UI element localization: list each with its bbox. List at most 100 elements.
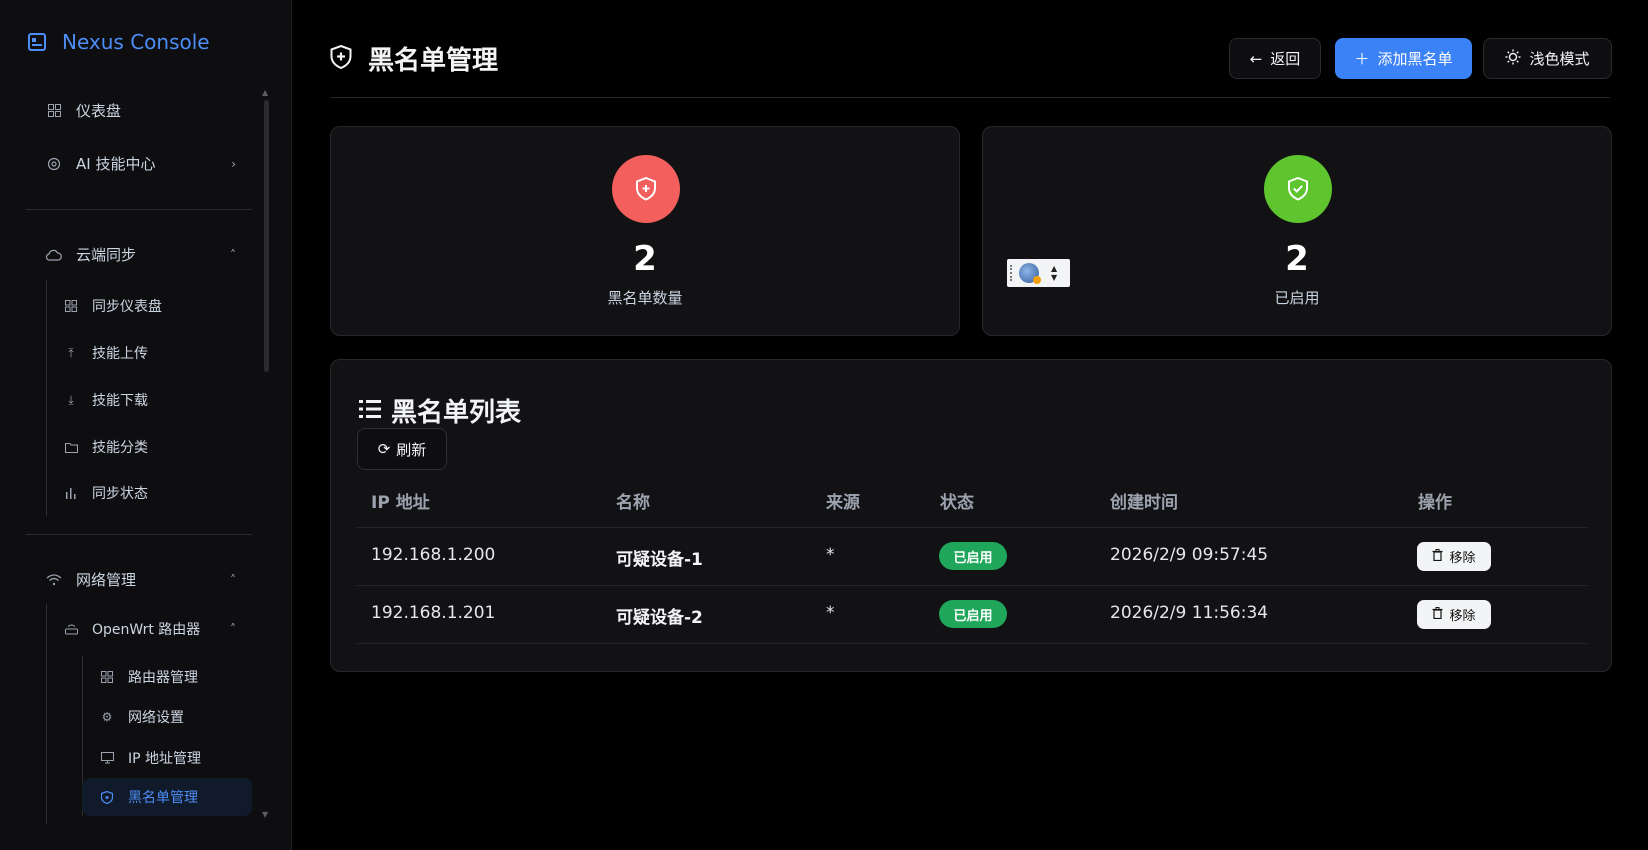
scroll-up-arrow-icon[interactable]: ▲: [262, 88, 268, 97]
sidebar-item-label: 同步仪表盘: [92, 299, 162, 315]
download-icon: ⤓: [68, 392, 74, 407]
cell-source: *: [826, 545, 835, 565]
remove-button[interactable]: 移除: [1417, 542, 1491, 571]
remove-button-label: 移除: [1449, 609, 1476, 624]
sidebar-item-skill-upload[interactable]: ⤒ 技能上传: [64, 343, 148, 363]
sidebar-item-network-settings[interactable]: ⚙ 网络设置: [100, 707, 184, 727]
shield-plus-icon: [330, 44, 352, 73]
cell-created: 2026/2/9 09:57:45: [1110, 545, 1269, 565]
cell-name: 可疑设备-2: [616, 608, 703, 628]
stat-value: 2: [633, 239, 657, 279]
page-title: 黑名单管理: [368, 46, 499, 76]
stat-value: 2: [1285, 239, 1309, 279]
refresh-icon: ⟳: [377, 440, 391, 458]
console-logo-icon: [28, 33, 46, 51]
plus-icon: ＋: [1354, 50, 1370, 68]
trash-icon: [1432, 548, 1443, 565]
sidebar-item-ai-skills[interactable]: AI 技能中心 ›: [46, 153, 236, 174]
cell-ip: 192.168.1.200: [371, 545, 496, 565]
refresh-button-label: 刷新: [396, 440, 427, 459]
stat-label: 黑名单数量: [607, 289, 683, 307]
grid-icon: [100, 671, 114, 683]
arrow-left-icon: ←: [1249, 49, 1263, 68]
page-header: 黑名单管理: [330, 40, 498, 77]
cell-source: *: [826, 603, 835, 623]
bar-chart-icon: [64, 487, 78, 499]
sidebar-item-label: IP 地址管理: [128, 751, 202, 767]
stat-card-enabled: 2 已启用: [982, 126, 1612, 336]
sidebar-item-label: 网络管理: [76, 571, 137, 589]
grid-icon: [64, 300, 78, 312]
header-divider: [330, 97, 1610, 98]
stat-label: 已启用: [1274, 289, 1320, 307]
cloud-icon: [46, 247, 62, 263]
sidebar-item-sync-dashboard[interactable]: 同步仪表盘: [64, 296, 162, 316]
sidebar-item-label: 云端同步: [76, 246, 137, 264]
floating-ime-widget[interactable]: ▲ ▼: [1007, 259, 1070, 287]
list-title: 黑名单列表: [359, 392, 521, 429]
remove-button-label: 移除: [1449, 551, 1476, 566]
shield-plus-icon: [612, 155, 680, 223]
table-row-divider: [357, 585, 1587, 586]
sidebar-item-dashboard[interactable]: 仪表盘: [46, 100, 236, 121]
sidebar-item-skill-download[interactable]: ⤓ 技能下载: [64, 390, 148, 410]
stat-card-blacklist-count: 2 黑名单数量: [330, 126, 960, 336]
cell-name: 可疑设备-1: [616, 550, 703, 570]
sidebar-item-router-management[interactable]: 路由器管理: [100, 667, 198, 687]
drag-handle-icon[interactable]: [1010, 265, 1012, 281]
grid-icon: [46, 103, 62, 119]
sidebar-item-network[interactable]: 网络管理 ˄: [46, 569, 236, 590]
sidebar-item-sync-status[interactable]: 同步状态: [64, 483, 148, 503]
theme-toggle-label: 浅色模式: [1529, 50, 1590, 68]
sidebar-scrollbar[interactable]: [264, 100, 269, 372]
sidebar-item-label: 黑名单管理: [128, 790, 198, 806]
sidebar-tree-line: [46, 280, 47, 516]
status-badge: 已启用: [939, 542, 1007, 570]
shield-icon: [100, 790, 114, 804]
sidebar-item-label: 仪表盘: [76, 102, 122, 120]
column-header-actions: 操作: [1418, 493, 1452, 513]
add-blacklist-button[interactable]: ＋ 添加黑名单: [1335, 38, 1472, 79]
sidebar: Nexus Console 仪表盘 AI 技能中心 › 云端同步 ˄ 同步仪表盘…: [0, 0, 292, 850]
theme-toggle-button[interactable]: 浅色模式: [1483, 38, 1612, 79]
sidebar-item-label: 技能分类: [92, 440, 148, 456]
sidebar-item-ip-management[interactable]: IP 地址管理: [100, 748, 201, 768]
sidebar-divider: [26, 534, 252, 535]
column-header-created: 创建时间: [1110, 493, 1178, 513]
scroll-down-arrow-icon[interactable]: ▼: [262, 810, 268, 819]
table-header-divider: [357, 527, 1587, 528]
sun-icon: [1505, 49, 1521, 69]
cell-created: 2026/2/9 11:56:34: [1110, 603, 1269, 623]
up-down-arrows-icon[interactable]: ▲ ▼: [1051, 264, 1057, 282]
sidebar-item-cloud-sync[interactable]: 云端同步 ˄: [46, 244, 236, 265]
ai-icon: [46, 156, 62, 172]
brand[interactable]: Nexus Console: [28, 30, 210, 54]
blacklist-table-card: 黑名单列表 ⟳ 刷新 IP 地址 名称 来源 状态 创建时间 操作 192.16…: [330, 359, 1612, 672]
table-row-divider: [357, 643, 1587, 644]
sidebar-item-openwrt-router[interactable]: OpenWrt 路由器 ˄: [64, 619, 236, 639]
sidebar-item-blacklist[interactable]: 黑名单管理: [82, 778, 252, 816]
monitor-icon: [100, 752, 114, 764]
chevron-right-icon: ›: [231, 156, 236, 171]
router-icon: [64, 623, 78, 635]
sidebar-item-label: 网络设置: [128, 710, 184, 726]
sidebar-item-skill-category[interactable]: 技能分类: [64, 437, 148, 457]
column-header-source: 来源: [826, 493, 860, 513]
sidebar-item-label: 技能上传: [92, 346, 148, 362]
status-badge: 已启用: [939, 600, 1007, 628]
sidebar-tree-line: [46, 604, 47, 824]
chevron-up-icon: ˄: [230, 572, 236, 587]
wifi-icon: [46, 572, 62, 588]
refresh-button[interactable]: ⟳ 刷新: [357, 428, 447, 470]
add-blacklist-button-label: 添加黑名单: [1377, 50, 1453, 68]
list-icon: [359, 396, 381, 426]
sidebar-item-label: 路由器管理: [128, 670, 198, 686]
sidebar-item-label: OpenWrt 路由器: [92, 622, 201, 638]
remove-button[interactable]: 移除: [1417, 600, 1491, 629]
chevron-up-icon: ˄: [230, 622, 236, 636]
upload-icon: ⤒: [68, 345, 74, 360]
gear-icon: ⚙: [101, 710, 113, 724]
column-header-name: 名称: [616, 493, 650, 513]
list-title-text: 黑名单列表: [391, 398, 522, 428]
back-button[interactable]: ← 返回: [1229, 38, 1321, 79]
